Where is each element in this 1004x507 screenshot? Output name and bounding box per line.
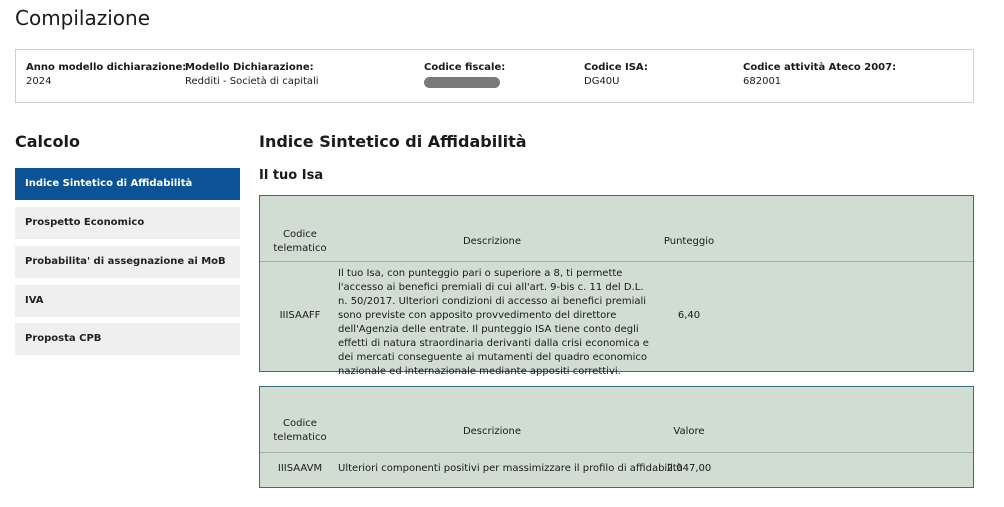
sidebar-item-isa[interactable]: Indice Sintetico di Affidabilità bbox=[15, 168, 240, 200]
codice-fiscale-field: Codice fiscale: bbox=[424, 61, 505, 88]
isa-score-table: Codice telematico Descrizione Punteggio … bbox=[259, 195, 974, 377]
codice-isa-value: DG40U bbox=[584, 76, 620, 87]
sidebar-item-proposta-cpb[interactable]: Proposta CPB bbox=[15, 323, 240, 355]
codice-fiscale-label: Codice fiscale: bbox=[424, 62, 506, 73]
codice-fiscale-redacted bbox=[424, 77, 500, 88]
col-descrizione: Descrizione bbox=[462, 236, 522, 247]
table-header: Codice telematico Descrizione Valore bbox=[260, 387, 973, 453]
sidebar-item-iva[interactable]: IVA bbox=[15, 285, 240, 317]
main-subtitle: Il tuo Isa bbox=[259, 168, 324, 183]
col-valore: Valore bbox=[673, 426, 705, 437]
row-value: 2.047,00 bbox=[666, 463, 712, 474]
modello-field: Modello Dichiarazione: Redditi - Società… bbox=[185, 61, 319, 89]
isa-value-table: Codice telematico Descrizione Valore III… bbox=[259, 386, 974, 488]
ateco-value: 682001 bbox=[743, 76, 782, 87]
modello-value: Redditi - Società di capitali bbox=[185, 76, 319, 87]
col-codice-telematico: Codice telematico bbox=[273, 229, 327, 254]
ateco-label: Codice attività Ateco 2007: bbox=[743, 62, 897, 73]
row-code: IIISAAVM bbox=[277, 463, 323, 474]
col-punteggio: Punteggio bbox=[663, 236, 715, 247]
declaration-info-box: Anno modello dichiarazione: 2024 Modello… bbox=[15, 49, 974, 103]
anno-field: Anno modello dichiarazione: 2024 bbox=[26, 61, 186, 89]
modello-label: Modello Dichiarazione: bbox=[185, 62, 314, 73]
col-codice-telematico: Codice telematico bbox=[273, 418, 327, 443]
sidebar-item-prospetto-economico[interactable]: Prospetto Economico bbox=[15, 207, 240, 239]
page-title: Compilazione bbox=[15, 6, 151, 30]
codice-isa-label: Codice ISA: bbox=[584, 62, 648, 73]
row-description: Il tuo Isa, con punteggio pari o superio… bbox=[338, 268, 649, 377]
anno-label: Anno modello dichiarazione: bbox=[26, 62, 187, 73]
main-title: Indice Sintetico di Affidabilità bbox=[259, 132, 527, 151]
table-header: Codice telematico Descrizione Punteggio bbox=[260, 196, 973, 262]
anno-value: 2024 bbox=[26, 76, 52, 87]
row-description: Ulteriori componenti positivi per massim… bbox=[338, 463, 683, 474]
sidebar-item-probabilita-mob[interactable]: Probabilita' di assegnazione ai MoB bbox=[15, 246, 240, 278]
ateco-field: Codice attività Ateco 2007: 682001 bbox=[743, 61, 896, 89]
row-code: IIISAAFF bbox=[279, 310, 321, 321]
row-score: 6,40 bbox=[677, 310, 701, 321]
sidebar-title: Calcolo bbox=[15, 132, 80, 151]
codice-isa-field: Codice ISA: DG40U bbox=[584, 61, 648, 89]
col-descrizione: Descrizione bbox=[462, 426, 522, 437]
